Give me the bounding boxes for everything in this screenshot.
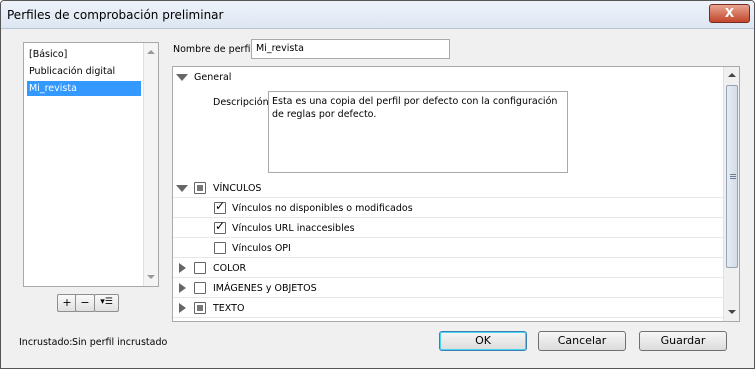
section-texto-label: TEXTO	[213, 303, 245, 314]
menu-icon: ▾☰	[100, 297, 113, 307]
section-general-label: General	[194, 72, 232, 83]
grip-line	[730, 176, 736, 177]
rules-tree: General Descripción: Esta es una copia d…	[172, 66, 740, 322]
grip-line	[730, 174, 736, 175]
collapse-arrow-icon[interactable]	[176, 185, 188, 192]
scroll-thumb[interactable]	[726, 85, 738, 268]
grip-line	[730, 178, 736, 179]
title-bar: Perfiles de comprobación preliminar X	[1, 1, 754, 29]
rule-row[interactable]: Vínculos OPI	[173, 238, 724, 258]
profile-item-publicacion-digital[interactable]: Publicación digital	[27, 64, 141, 79]
profile-list[interactable]: [Básico] Publicación digital Mi_revista	[23, 42, 159, 287]
profile-item-mi-revista[interactable]: Mi_revista	[27, 81, 141, 96]
preflight-profiles-dialog: Perfiles de comprobación preliminar X [B…	[0, 0, 755, 369]
minus-icon: −	[80, 296, 90, 309]
save-button[interactable]: Guardar	[639, 331, 727, 351]
delete-profile-button[interactable]: −	[75, 294, 95, 312]
rule-checkbox[interactable]	[214, 199, 226, 214]
profile-menu-button[interactable]: ▾☰	[94, 294, 119, 312]
section-texto[interactable]: TEXTO	[173, 298, 724, 318]
scroll-up-arrow-icon[interactable]	[728, 73, 736, 77]
section-color[interactable]: COLOR	[173, 258, 724, 278]
section-color-label: COLOR	[213, 263, 247, 274]
cancel-button[interactable]: Cancelar	[538, 331, 626, 351]
expand-arrow-icon[interactable]	[179, 263, 186, 273]
description-field[interactable]: Esta es una copia del perfil por defecto…	[268, 91, 568, 173]
embedded-value: Sin perfil incrustado	[72, 337, 168, 348]
close-icon: X	[724, 6, 735, 20]
description-label: Descripción:	[213, 97, 272, 108]
collapse-arrow-icon[interactable]	[176, 74, 188, 81]
expand-arrow-icon[interactable]	[179, 283, 186, 293]
profile-name-label: Nombre de perfil:	[173, 44, 257, 55]
section-imagenes-label: IMÁGENES y OBJETOS	[213, 283, 317, 294]
embedded-label: Incrustado:	[19, 337, 73, 348]
vinculos-checkbox[interactable]	[194, 182, 206, 194]
expand-arrow-icon[interactable]	[179, 303, 186, 313]
imagenes-checkbox[interactable]	[194, 282, 206, 294]
new-profile-button[interactable]: +	[57, 294, 77, 312]
section-general[interactable]: General	[173, 67, 724, 87]
close-button[interactable]: X	[709, 4, 750, 23]
rule-checkbox[interactable]	[214, 219, 226, 234]
scroll-up-arrow-icon[interactable]	[147, 50, 155, 54]
scroll-down-arrow-icon[interactable]	[147, 275, 155, 279]
section-imagenes[interactable]: IMÁGENES y OBJETOS	[173, 278, 724, 298]
rule-row[interactable]: Vínculos URL inaccesibles	[173, 218, 724, 238]
texto-checkbox[interactable]	[194, 302, 206, 314]
profile-item-basico[interactable]: [Básico]	[27, 47, 141, 62]
section-vinculos[interactable]: VÍNCULOS	[173, 178, 724, 198]
rule-label: Vínculos URL inaccesibles	[232, 223, 355, 234]
profile-list-scrollbar[interactable]	[143, 43, 158, 286]
scroll-down-arrow-icon[interactable]	[728, 310, 736, 314]
rule-label: Vínculos no disponibles o modificados	[232, 203, 413, 214]
section-vinculos-label: VÍNCULOS	[213, 183, 262, 194]
rule-label: Vínculos OPI	[232, 243, 291, 254]
ok-button[interactable]: OK	[439, 331, 527, 351]
plus-icon: +	[62, 296, 72, 309]
rules-scrollbar[interactable]	[723, 67, 739, 321]
window-title: Perfiles de comprobación preliminar	[7, 8, 224, 22]
rule-checkbox[interactable]	[214, 242, 226, 254]
rule-row[interactable]: Vínculos no disponibles o modificados	[173, 198, 724, 218]
profile-name-input[interactable]: Mi_revista	[251, 39, 450, 59]
color-checkbox[interactable]	[194, 262, 206, 274]
